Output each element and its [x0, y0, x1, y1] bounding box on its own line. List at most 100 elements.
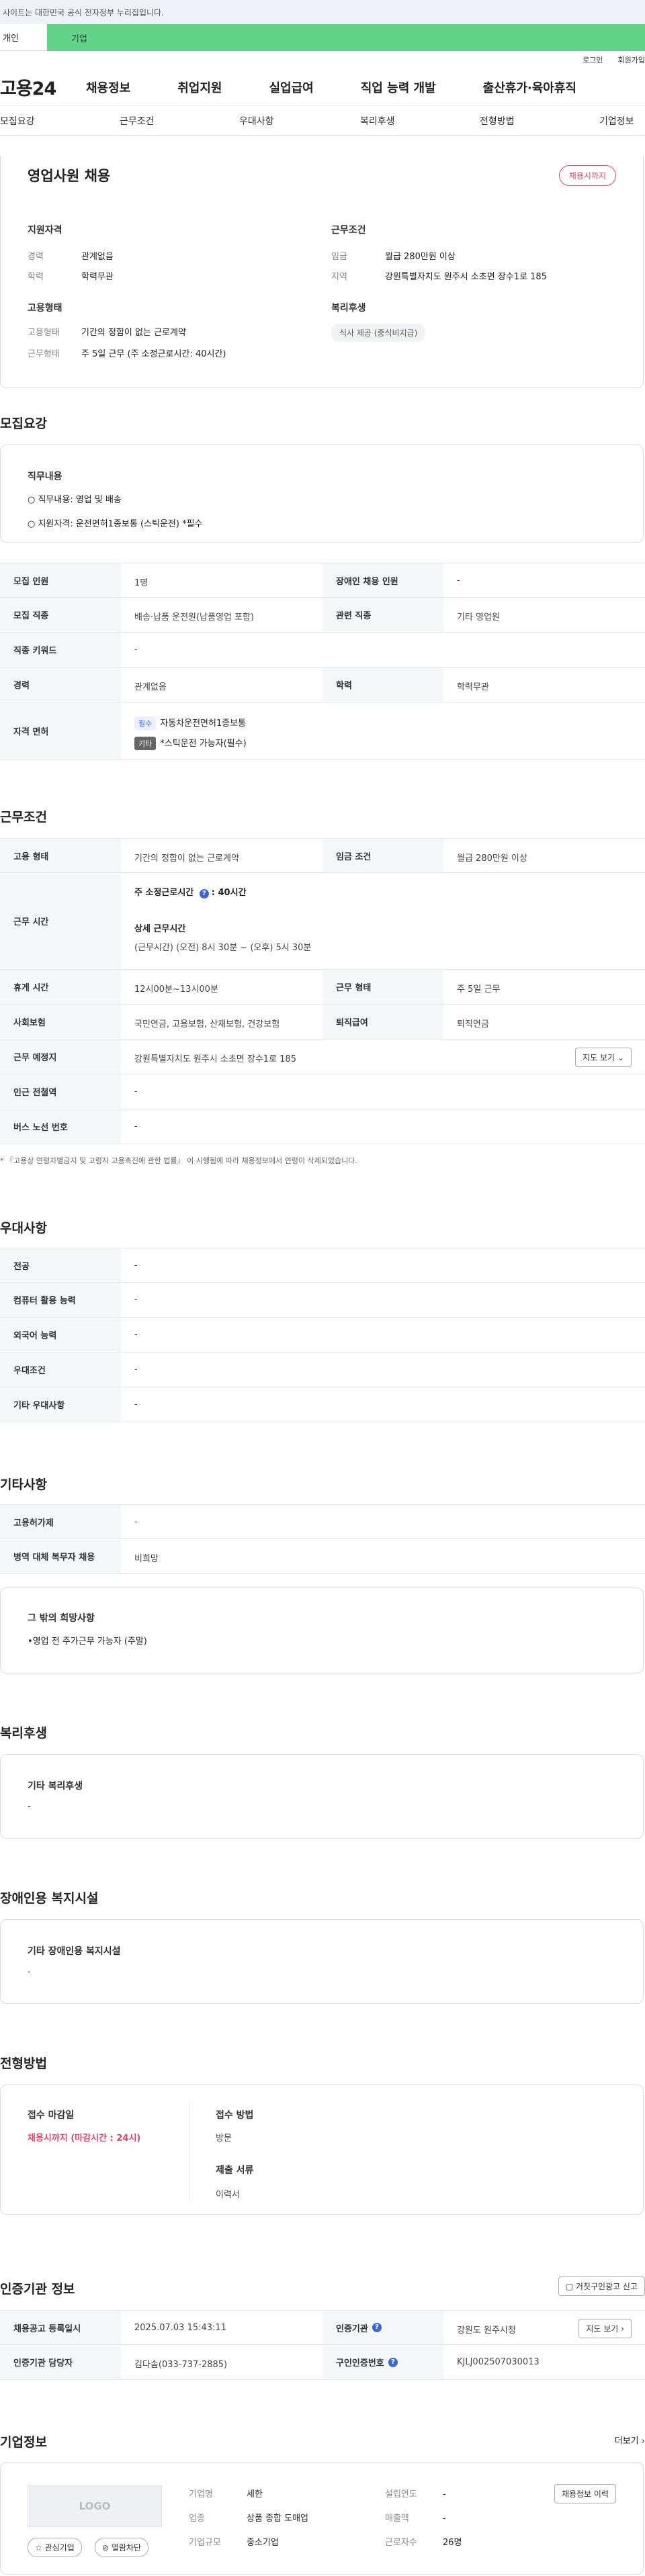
license-name: *스틱운전 가능자(필수): [160, 739, 247, 749]
agency-section-title: 인증기관 정보: [0, 2282, 75, 2297]
disabled-value: -: [28, 1967, 31, 1977]
gov-notice-text: 사이트는 대한민국 공식 전자정부 누리집입니다.: [3, 7, 164, 17]
tab-personal-label: 개인: [3, 34, 19, 44]
row-value: -: [134, 1295, 138, 1305]
etc-row: 병역 대체 복무자 채용 비희망: [0, 1539, 645, 1574]
subnav-work[interactable]: 근무조건: [120, 114, 155, 128]
subway-row: 인근 전철역 -: [0, 1074, 645, 1109]
pref-row: 우대조건 -: [0, 1352, 645, 1387]
docs-value: 이력서: [216, 2190, 240, 2200]
duty-title: 직무내용: [28, 471, 62, 482]
subnav-company[interactable]: 기업정보: [599, 114, 634, 128]
row-label: 구인인증번호?: [322, 2345, 443, 2379]
row-value: -: [134, 1121, 138, 1132]
row-value: -: [134, 1399, 138, 1410]
gnb-item-support[interactable]: 취업지원: [177, 79, 222, 96]
company-logo-placeholder: LOGO: [28, 2485, 162, 2527]
info-key: 업종: [189, 2514, 205, 2524]
row-label: 우대조건: [0, 1352, 121, 1387]
report-ad-button[interactable]: ▢ 거짓구인광고 신고: [558, 2276, 645, 2296]
row-label: 외국어 능력: [0, 1318, 121, 1352]
hours-row: 근무 시간 주 소정근로시간 ?: 40시간 상세 근무시간 (근무시간) (오…: [0, 873, 645, 970]
gnb-item-jobs[interactable]: 채용정보: [86, 79, 130, 96]
subnav-recruit[interactable]: 모집요강: [0, 114, 35, 128]
row-label: 학력: [322, 668, 443, 702]
wish-value: •영업 전 주가근무 가능자 (주말): [28, 1637, 147, 1647]
agency-row: 채용공고 등록일시 2025.07.03 15:43:11 인증기관? 강원도 …: [0, 2310, 645, 2345]
block-view-button[interactable]: ⊘ 열람차단: [95, 2538, 149, 2557]
emp-key: 고용형태: [28, 328, 60, 338]
docs-label: 제출 서류: [216, 2165, 254, 2176]
job-history-button[interactable]: 채용정보 이력: [554, 2484, 616, 2503]
history-label: 채용정보 이력: [561, 2489, 609, 2499]
deadline-label: 접수 마감일: [28, 2110, 75, 2121]
disabled-subtitle: 기타 장애인용 복지시설: [28, 1946, 121, 1957]
work-key: 지역: [331, 272, 347, 282]
hours-detail: (근무시간) (오전) 8시 30분 ~ (오후) 5시 30분: [134, 943, 312, 953]
gov-notice-bar: 사이트는 대한민국 공식 전자정부 누리집입니다.: [0, 0, 645, 24]
duty-card: 직무내용 ○ 직무내용: 영업 및 배송 ○ 지원자격: 운전면허1종보통 (스…: [0, 445, 644, 543]
deadline-badge: 채용시까지: [558, 165, 616, 186]
row-value: -: [134, 1330, 138, 1340]
row-label: 인증기관?: [322, 2311, 443, 2344]
benefit-subtitle: 기타 복리후생: [28, 1781, 83, 1792]
hours-detail-title: 상세 근무시간: [134, 924, 186, 934]
employment-type-title: 고용형태: [28, 303, 62, 314]
favorite-company-button[interactable]: ☆ 관심기업: [28, 2538, 82, 2557]
signup-link[interactable]: 회원가입: [618, 54, 645, 65]
tab-personal[interactable]: 개인: [0, 24, 47, 51]
site-logo[interactable]: 고용24: [0, 74, 81, 100]
info-icon[interactable]: ?: [372, 2323, 382, 2332]
work-row: 휴게 시간 12시00분~13시00분 근무 형태 주 5일 근무: [0, 970, 645, 1005]
recruit-section-title: 모집요강: [0, 416, 47, 431]
qualification-list: 경력 관계없음 학력 학력무관: [28, 247, 114, 287]
row-label: 휴게 시간: [0, 970, 121, 1004]
subnav-pref[interactable]: 우대사항: [239, 114, 274, 128]
info-key: 기업명: [189, 2489, 213, 2499]
apply-label: 접수 방법: [216, 2110, 254, 2121]
row-label: 전공: [0, 1248, 121, 1282]
row-value: 배송·납품 운전원(납품영업 포함): [134, 612, 255, 623]
row-value: 1명: [134, 578, 148, 588]
agency-row: 인증기관 담당자 김다솜(033-737-2885) 구인인증번호? KJLJ0…: [0, 2345, 645, 2380]
agency-map-button[interactable]: 지도 보기 ›: [578, 2319, 632, 2338]
report-icon: ▢: [565, 2282, 574, 2291]
row-label: 직종 키워드: [0, 633, 121, 667]
license-item: 기타 *스틱운전 가능자(필수): [134, 736, 247, 750]
etc-tag: 기타: [134, 737, 157, 750]
row-label: 고용 형태: [0, 839, 121, 872]
subnav-benefit[interactable]: 복리후생: [360, 114, 395, 128]
deadline-value: 채용시까지 (마감시간 : 24시): [28, 2133, 141, 2144]
info-key: 기업규모: [189, 2538, 221, 2548]
gnb-item-training[interactable]: 직업 능력 개발: [361, 79, 436, 96]
info-icon[interactable]: ?: [199, 889, 209, 899]
info-value: 세한: [247, 2489, 263, 2499]
map-button[interactable]: 지도 보기 ⌄: [575, 1048, 632, 1067]
info-icon[interactable]: ?: [388, 2357, 398, 2367]
wish-card: 그 밖의 희망사항 •영업 전 주가근무 가능자 (주말): [0, 1588, 644, 1673]
more-label: 더보기: [614, 2436, 639, 2446]
row-value: 월급 280만원 이상: [457, 854, 527, 864]
row-label: 자격 면허: [0, 702, 121, 760]
login-link[interactable]: 로그인: [583, 54, 603, 65]
map-button-label: 지도 보기: [586, 2324, 619, 2334]
row-value: 12시00분~13시00분: [134, 984, 218, 995]
subnav-method[interactable]: 전형방법: [480, 114, 515, 128]
row-label-text: 구인인증번호: [336, 2358, 384, 2368]
qual-value: 관계없음: [81, 252, 114, 262]
row-label: 병역 대체 복무자 채용: [0, 1539, 121, 1573]
work-row: 사회보험 국민연금, 고용보험, 산재보험, 건강보험 퇴직급여 퇴직연금: [0, 1005, 645, 1040]
row-label: 퇴직급여: [322, 1005, 443, 1039]
global-nav: 고용24 채용정보 취업지원 실업급여 직업 능력 개발 출산휴가·육아휴직: [0, 68, 645, 106]
block-icon: ⊘: [102, 2543, 110, 2552]
row-value: 기타 영업원: [457, 612, 500, 623]
info-value: 중소기업: [247, 2538, 279, 2548]
company-more-link[interactable]: 더보기 ›: [615, 2434, 645, 2446]
row-label: 임금 조건: [322, 839, 443, 872]
gnb-item-leave[interactable]: 출산휴가·육아휴직: [483, 79, 576, 96]
duty-line: ○ 지원자격: 운전면허1종보통 (스틱운전) *필수: [28, 519, 203, 529]
row-value: -: [457, 576, 460, 586]
gnb-item-unemployment[interactable]: 실업급여: [269, 79, 314, 96]
work-key: 임금: [331, 252, 347, 262]
tab-company[interactable]: 기업: [47, 24, 645, 51]
